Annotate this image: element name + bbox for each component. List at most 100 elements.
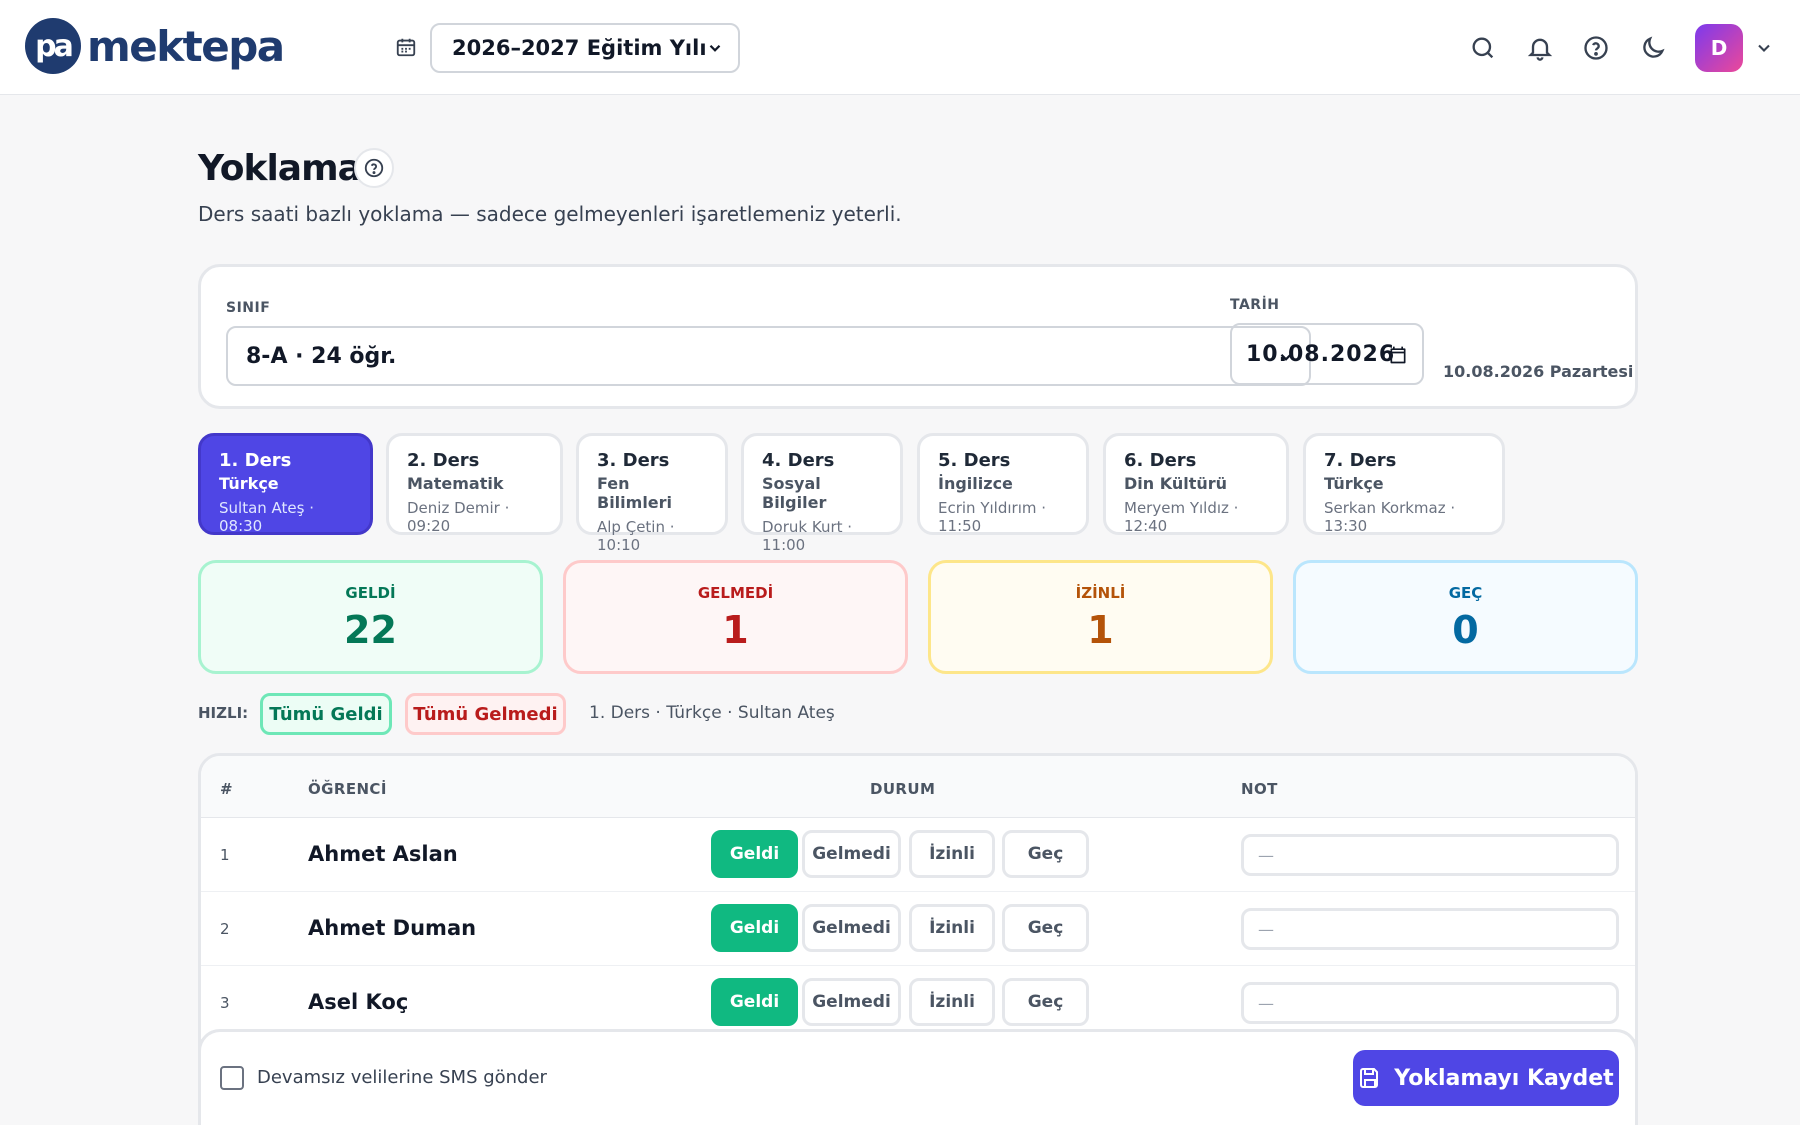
save-icon	[1360, 1068, 1379, 1088]
date-weekday-note: 10.08.2026 Pazartesi	[1443, 362, 1634, 381]
stat-label: İZİNLİ	[1075, 584, 1126, 602]
period-subject: Türkçe	[219, 474, 279, 493]
date-label: TARİH	[1230, 297, 1280, 313]
save-attendance-button[interactable]: Yoklamayı Kaydet	[1353, 1050, 1619, 1106]
student-name: Ahmet Duman	[308, 916, 477, 940]
status-absent-button[interactable]: Gelmedi	[802, 830, 901, 878]
note-input[interactable]: —	[1241, 908, 1619, 950]
period-title: 6. Ders	[1124, 450, 1197, 471]
selected-period-info: 1. Ders · Türkçe · Sultan Ateş	[589, 703, 835, 723]
all-present-button[interactable]: Tümü Geldi	[260, 693, 392, 735]
class-label: SINIF	[226, 300, 271, 316]
table-row: 1 Ahmet Aslan Geldi Gelmedi İzinli Geç —	[201, 818, 1635, 892]
page-help-button[interactable]	[354, 148, 394, 188]
period-teacher-time: Meryem Yıldız · 12:40	[1124, 499, 1239, 535]
period-tab-2[interactable]: 2. Ders Matematik Deniz Demir · 09:20	[386, 433, 563, 535]
status-late-button[interactable]: Geç	[1002, 904, 1089, 952]
search-icon[interactable]	[1469, 34, 1497, 62]
status-excused-button[interactable]: İzinli	[909, 830, 995, 878]
chevron-down-icon	[709, 44, 721, 52]
row-number: 1	[220, 846, 230, 864]
column-header-number: #	[220, 780, 233, 798]
status-late-button[interactable]: Geç	[1002, 830, 1089, 878]
sms-checkbox[interactable]	[220, 1066, 244, 1090]
logo-mark: pa	[25, 18, 81, 74]
period-teacher-time: Sultan Ateş · 08:30	[219, 499, 315, 535]
class-select-value: 8-A · 24 öğr.	[246, 343, 397, 369]
date-input[interactable]: 10.08.2026	[1230, 323, 1424, 385]
help-icon	[364, 158, 384, 178]
table-row: 2 Ahmet Duman Geldi Gelmedi İzinli Geç —	[201, 892, 1635, 966]
period-tab-1[interactable]: 1. Ders Türkçe Sultan Ateş · 08:30	[198, 433, 373, 535]
status-absent-button[interactable]: Gelmedi	[802, 978, 901, 1026]
period-tab-4[interactable]: 4. Ders Sosyal Bilgiler Doruk Kurt · 11:00	[741, 433, 903, 554]
period-teacher-time: Deniz Demir · 09:20	[407, 499, 510, 535]
note-input[interactable]: —	[1241, 982, 1619, 1024]
late-count-card: GEÇ 0	[1293, 560, 1638, 674]
status-present-button[interactable]: Geldi	[711, 830, 798, 878]
status-absent-button[interactable]: Gelmedi	[802, 904, 901, 952]
period-teacher-time: Alp Çetin · 10:10	[597, 518, 675, 554]
stat-value: 1	[1087, 608, 1114, 652]
calendar-icon	[396, 38, 416, 57]
quick-label: HIZLI:	[198, 704, 249, 722]
status-excused-button[interactable]: İzinli	[909, 904, 995, 952]
user-avatar[interactable]: D	[1695, 24, 1743, 72]
period-subject: Matematik	[407, 474, 504, 493]
sms-checkbox-label[interactable]: Devamsız velilerine SMS gönder	[257, 1067, 547, 1088]
filter-card: SINIF 8-A · 24 öğr. TARİH 10.08.2026 10.…	[198, 264, 1638, 409]
status-present-button[interactable]: Geldi	[711, 904, 798, 952]
period-title: 1. Ders	[219, 450, 292, 471]
help-icon[interactable]	[1582, 34, 1610, 62]
calendar-icon[interactable]	[1388, 345, 1408, 365]
date-input-value: 10.08.2026	[1246, 341, 1396, 367]
status-excused-button[interactable]: İzinli	[909, 978, 995, 1026]
page-title: Yoklama	[198, 148, 362, 189]
period-tab-6[interactable]: 6. Ders Din Kültürü Meryem Yıldız · 12:40	[1103, 433, 1289, 535]
period-subject: Türkçe	[1324, 474, 1384, 493]
bell-icon[interactable]	[1526, 34, 1554, 62]
all-absent-button[interactable]: Tümü Gelmedi	[405, 693, 566, 735]
stat-value: 1	[722, 608, 749, 652]
period-title: 2. Ders	[407, 450, 480, 471]
period-title: 7. Ders	[1324, 450, 1397, 471]
stat-value: 22	[344, 608, 397, 652]
top-bar: pa mektepa 2026–2027 Eğitim Yılı D	[0, 0, 1800, 95]
brand-logo[interactable]: pa mektepa	[25, 18, 285, 74]
note-input[interactable]: —	[1241, 834, 1619, 876]
status-late-button[interactable]: Geç	[1002, 978, 1089, 1026]
moon-icon[interactable]	[1639, 34, 1667, 62]
chevron-down-icon[interactable]	[1754, 38, 1774, 58]
student-name: Asel Koç	[308, 990, 409, 1014]
period-subject: Sosyal Bilgiler	[762, 474, 827, 512]
class-select[interactable]: 8-A · 24 öğr.	[226, 326, 1311, 386]
period-tab-3[interactable]: 3. Ders Fen Bilimleri Alp Çetin · 10:10	[576, 433, 728, 554]
period-teacher-time: Doruk Kurt · 11:00	[762, 518, 853, 554]
column-header-note: NOT	[1241, 780, 1278, 798]
student-name: Ahmet Aslan	[308, 842, 458, 866]
stat-label: GEÇ	[1448, 584, 1483, 602]
column-header-status: DURUM	[870, 780, 936, 798]
row-number: 2	[220, 920, 230, 938]
academic-year-value: 2026–2027 Eğitim Yılı	[452, 36, 707, 60]
page-subtitle: Ders saati bazlı yoklama — sadece gelmey…	[198, 202, 902, 226]
period-tab-5[interactable]: 5. Ders İngilizce Ecrin Yıldırım · 11:50	[917, 433, 1089, 535]
period-subject: Din Kültürü	[1124, 474, 1228, 493]
academic-year-select[interactable]: 2026–2027 Eğitim Yılı	[430, 23, 740, 73]
period-teacher-time: Serkan Korkmaz · 13:30	[1324, 499, 1456, 535]
stat-label: GELDİ	[345, 584, 396, 602]
excused-count-card: İZİNLİ 1	[928, 560, 1273, 674]
status-present-button[interactable]: Geldi	[711, 978, 798, 1026]
period-tab-7[interactable]: 7. Ders Türkçe Serkan Korkmaz · 13:30	[1303, 433, 1505, 535]
period-subject: İngilizce	[938, 474, 1013, 493]
column-header-student: ÖĞRENCİ	[308, 780, 387, 798]
period-teacher-time: Ecrin Yıldırım · 11:50	[938, 499, 1047, 535]
stat-value: 0	[1452, 608, 1479, 652]
logo-text: mektepa	[87, 21, 285, 71]
period-title: 4. Ders	[762, 450, 835, 471]
absent-count-card: GELMEDİ 1	[563, 560, 908, 674]
bottom-action-bar: Devamsız velilerine SMS gönder Yoklamayı…	[198, 1029, 1638, 1125]
period-subject: Fen Bilimleri	[597, 474, 673, 512]
period-title: 3. Ders	[597, 450, 670, 471]
period-title: 5. Ders	[938, 450, 1011, 471]
